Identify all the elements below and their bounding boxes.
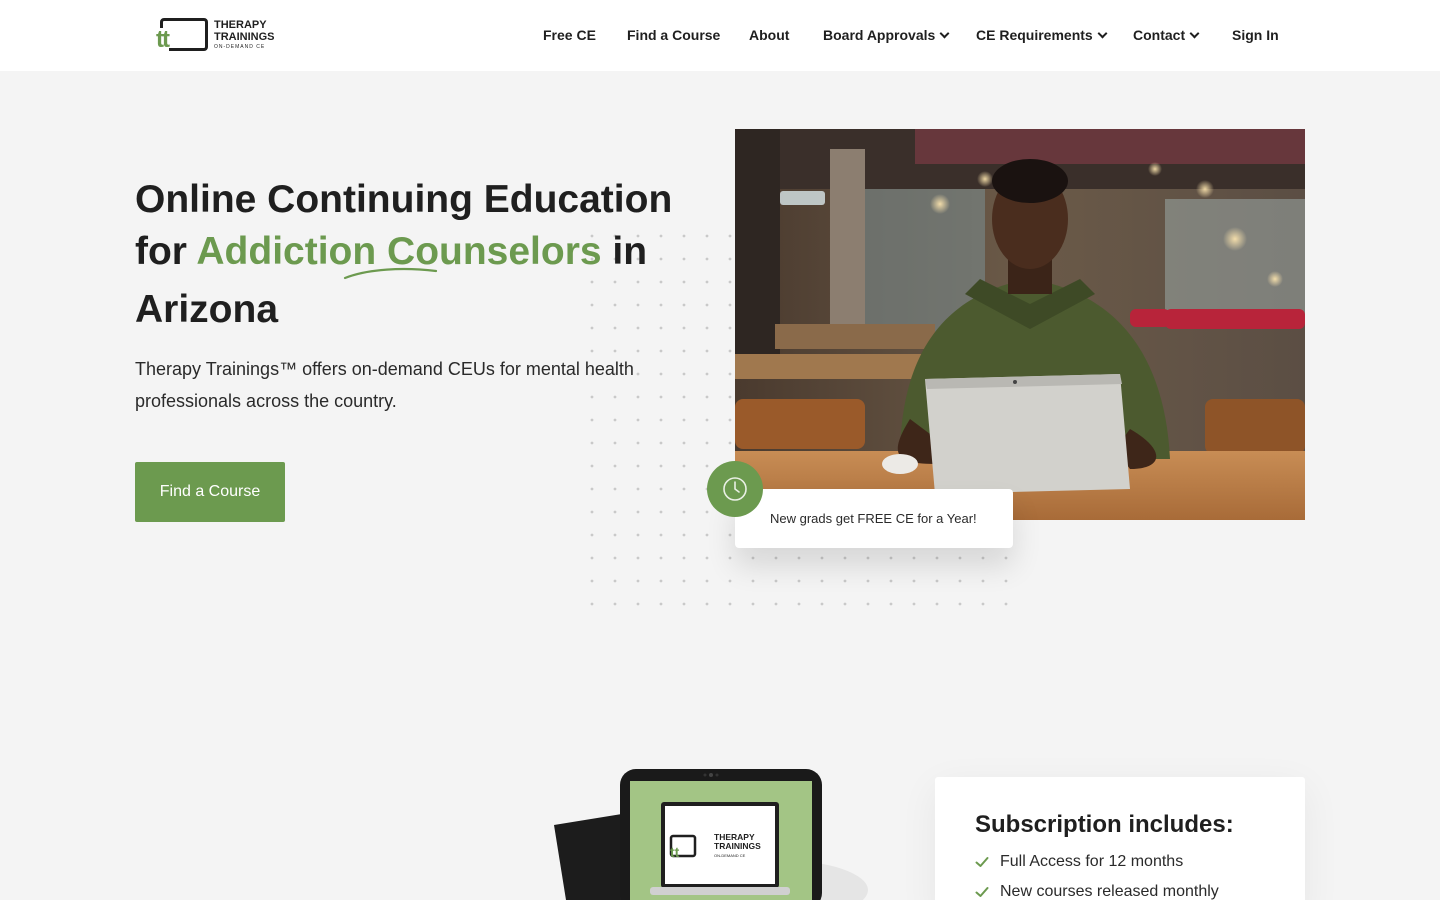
device-illustration: tt THERAPY TRAININGS ON-DEMAND CE — [554, 769, 868, 900]
logo-line2: TRAININGS — [214, 31, 275, 43]
hero-title: Online Continuing Education for Addictio… — [135, 174, 695, 336]
chevron-down-icon — [1189, 28, 1200, 38]
nav-ce-requirements-label: CE Requirements — [976, 27, 1093, 43]
subscription-title: Subscription includes: — [975, 811, 1234, 838]
nav-ce-requirements[interactable]: CE Requirements — [976, 27, 1108, 43]
nav-about-label: About — [749, 27, 790, 43]
nav-free-ce-label: Free CE — [543, 27, 596, 43]
free-ce-toast: New grads get FREE CE for a Year! — [735, 489, 1013, 548]
clock-icon — [723, 477, 747, 501]
subscription-card: Subscription includes: Full Access for 1… — [935, 777, 1305, 900]
nav-free-ce[interactable]: Free CE — [543, 27, 596, 43]
nav-about[interactable]: About — [749, 27, 789, 43]
nav-find-a-course-label: Find a Course — [627, 27, 721, 43]
clock-icon-badge — [707, 461, 763, 517]
find-a-course-button[interactable]: Find a Course — [135, 462, 285, 522]
check-icon — [975, 887, 989, 897]
subscription-item: Full Access for 12 months — [975, 853, 1183, 871]
logo[interactable]: tt THERAPY TRAININGS ON-DEMAND CE — [156, 16, 291, 56]
svg-text:TRAININGS: TRAININGS — [714, 841, 761, 851]
subscription-item-text: New courses released monthly — [1000, 883, 1219, 900]
chevron-down-icon — [939, 28, 950, 38]
logo-mark: tt — [156, 26, 170, 53]
svg-text:tt: tt — [670, 844, 680, 860]
nav-sign-in[interactable]: Sign In — [1232, 27, 1279, 43]
chevron-down-icon — [1097, 28, 1108, 38]
check-icon — [975, 857, 989, 867]
hero-description: Therapy Trainings™ offers on-demand CEUs… — [135, 359, 634, 411]
logo-tagline: ON-DEMAND CE — [214, 44, 266, 50]
hero-title-state: Arizona — [135, 288, 279, 331]
nav-board-approvals[interactable]: Board Approvals — [823, 27, 950, 43]
nav-sign-in-label: Sign In — [1232, 27, 1279, 43]
underline-swoosh — [343, 267, 438, 280]
nav-contact[interactable]: Contact — [1133, 27, 1200, 43]
hero-title-line1: Online Continuing Education — [135, 178, 673, 221]
logo-line1: THERAPY — [214, 19, 267, 31]
nav-contact-label: Contact — [1133, 27, 1186, 43]
hero-photo — [735, 129, 1305, 520]
subscription-item-text: Full Access for 12 months — [1000, 853, 1184, 870]
hero-title-in: in — [601, 230, 648, 273]
site-header: tt THERAPY TRAININGS ON-DEMAND CE Free C… — [0, 0, 1440, 71]
nav-find-a-course[interactable]: Find a Course — [627, 27, 720, 43]
hero-title-for: for — [135, 230, 197, 273]
svg-text:ON-DEMAND CE: ON-DEMAND CE — [714, 853, 746, 858]
toast-text: New grads get FREE CE for a Year! — [770, 511, 977, 526]
subscription-item: New courses released monthly — [975, 883, 1219, 900]
nav-board-approvals-label: Board Approvals — [823, 27, 936, 43]
